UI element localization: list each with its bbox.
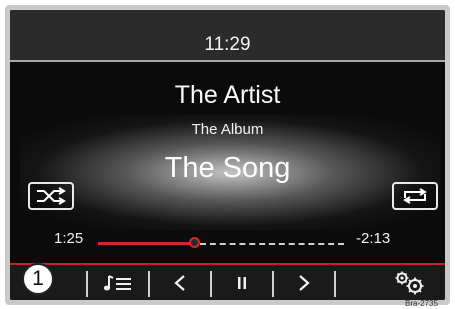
progress-track[interactable]: [98, 237, 344, 248]
album-name: The Album: [191, 121, 264, 138]
pause-button[interactable]: [214, 265, 270, 300]
settings-button[interactable]: [380, 265, 440, 300]
shuffle-button[interactable]: [28, 182, 74, 210]
pause-icon: [238, 276, 246, 289]
media-screen: 11:29 The Artist The Album The Song 1:25…: [10, 10, 445, 300]
remaining-time: -2:13: [356, 230, 391, 247]
progress-remaining: [200, 243, 344, 245]
playlist-button[interactable]: [90, 265, 146, 300]
progress-played: [98, 242, 194, 245]
next-button[interactable]: [276, 265, 332, 300]
status-divider: [10, 60, 445, 62]
settings-icon: [395, 271, 424, 294]
clock: 11:29: [204, 34, 251, 55]
bottom-control-bar: [10, 265, 445, 300]
separator: [210, 271, 212, 297]
separator: [334, 271, 336, 297]
elapsed-time: 1:25: [54, 230, 84, 247]
separator: [86, 271, 88, 297]
shuffle-icon: [37, 187, 66, 205]
callout-number: 1: [22, 263, 54, 295]
previous-button[interactable]: [152, 265, 208, 300]
song-title: The Song: [164, 152, 291, 184]
progress-handle[interactable]: [189, 237, 200, 248]
previous-icon: [174, 274, 185, 291]
next-icon: [299, 274, 310, 291]
repeat-button[interactable]: [392, 182, 438, 210]
separator: [272, 271, 274, 297]
separator: [148, 271, 150, 297]
playlist-icon: [103, 274, 131, 290]
status-bar: 11:29: [10, 10, 445, 60]
repeat-icon: [403, 188, 427, 204]
reference-code: Bra-2735: [405, 299, 438, 308]
artist-name: The Artist: [174, 81, 281, 109]
